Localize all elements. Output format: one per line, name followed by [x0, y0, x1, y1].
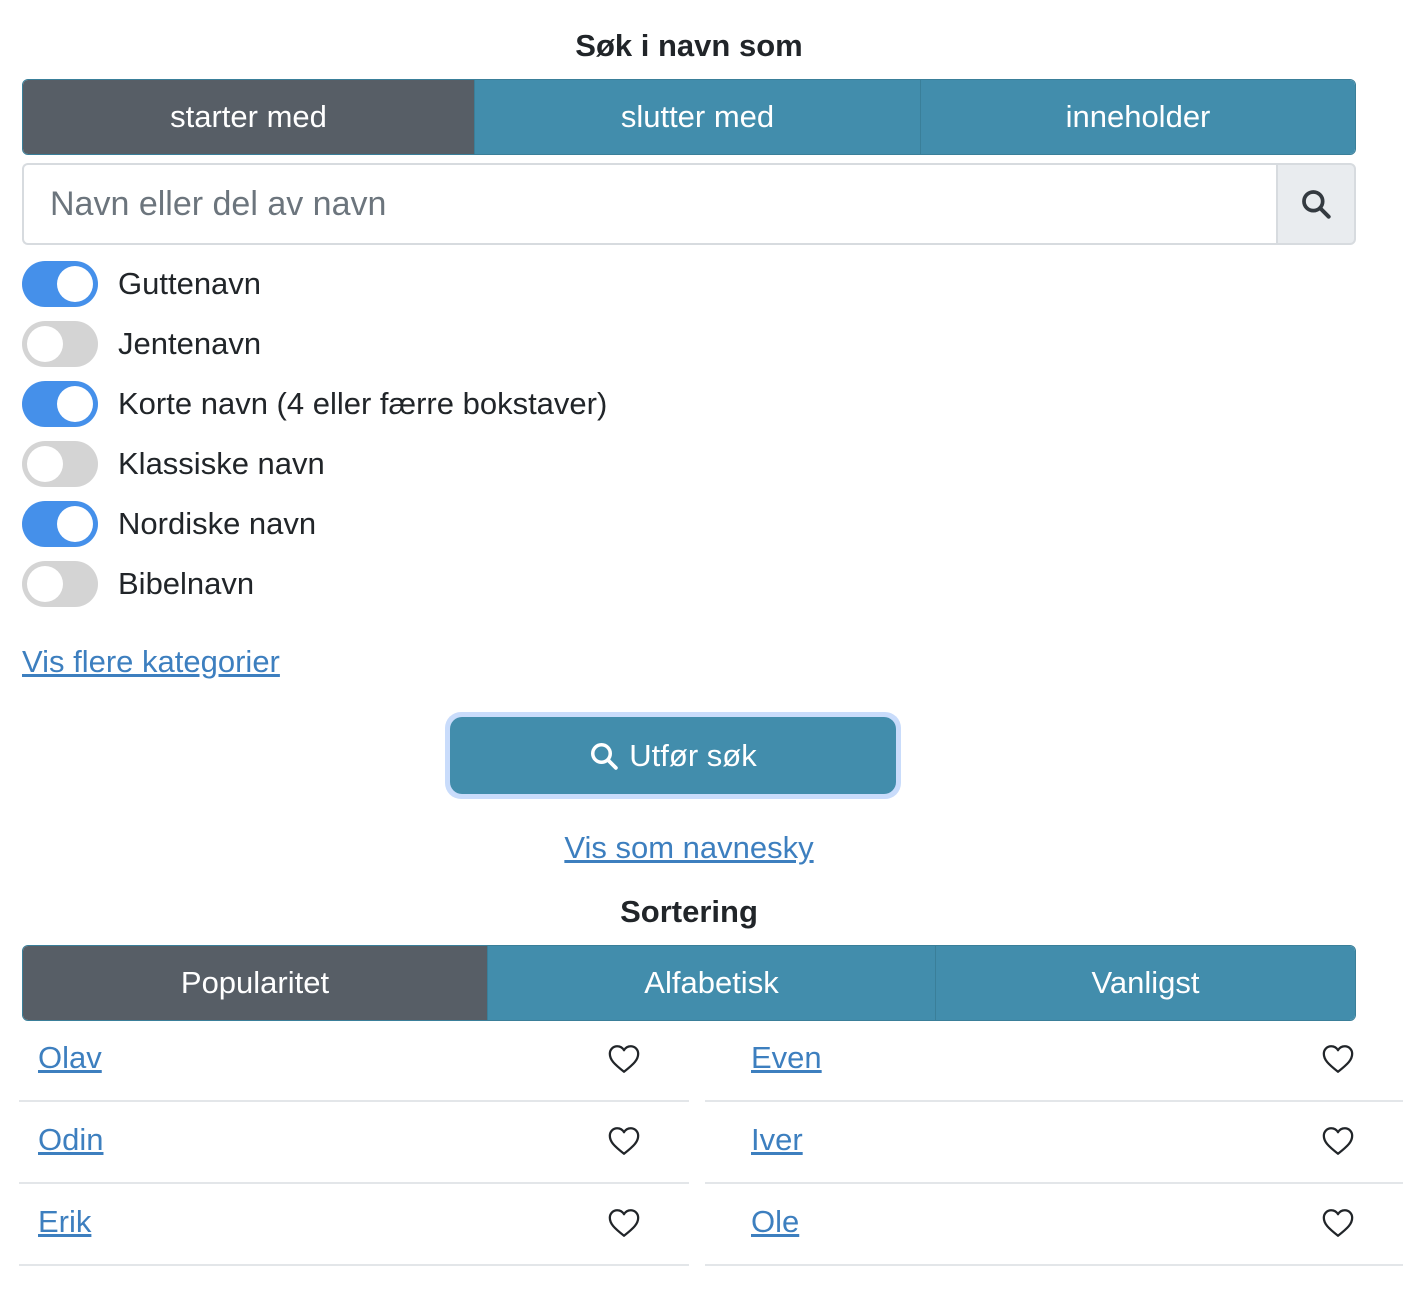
toggle-switch[interactable]	[22, 321, 98, 367]
submit-search-button[interactable]: Utfør søk	[450, 717, 896, 794]
search-addon-button[interactable]	[1276, 163, 1356, 245]
search-icon	[1302, 190, 1331, 219]
mode-contains-button[interactable]: inneholder	[920, 80, 1355, 154]
name-cloud-link[interactable]: Vis som navnesky	[0, 830, 1378, 866]
search-mode-group: starter med slutter med inneholder	[22, 79, 1356, 155]
mode-starts-with-button[interactable]: starter med	[23, 80, 474, 154]
heart-icon[interactable]	[607, 1042, 641, 1076]
filter-toggle-girl-names[interactable]: Jentenavn	[22, 321, 261, 367]
list-item: Ole	[705, 1184, 1403, 1266]
filter-toggle-classic-names[interactable]: Klassiske navn	[22, 441, 325, 487]
filter-label: Jentenavn	[118, 326, 262, 361]
name-link[interactable]: Even	[751, 1040, 822, 1076]
toggle-switch[interactable]	[22, 561, 98, 607]
list-item: Even	[705, 1020, 1403, 1102]
toggle-switch[interactable]	[22, 261, 98, 307]
heart-icon[interactable]	[1321, 1042, 1355, 1076]
list-item: Erik	[19, 1184, 689, 1266]
toggle-switch[interactable]	[22, 441, 98, 487]
filter-label: Nordiske navn	[118, 506, 317, 541]
submit-label: Utfør søk	[629, 737, 757, 773]
more-categories-link[interactable]: Vis flere kategorier	[22, 644, 280, 680]
filter-toggle-bible-names[interactable]: Bibelnavn	[22, 561, 254, 607]
name-link[interactable]: Ole	[751, 1204, 799, 1240]
name-link[interactable]: Iver	[751, 1122, 803, 1158]
sort-alphabetical-button[interactable]: Alfabetisk	[487, 946, 935, 1020]
mode-ends-with-button[interactable]: slutter med	[474, 80, 920, 154]
filter-label: Bibelnavn	[118, 566, 255, 601]
search-heading: Søk i navn som	[575, 28, 803, 63]
filter-label: Korte navn (4 eller færre bokstaver)	[118, 386, 608, 421]
heart-icon[interactable]	[1321, 1124, 1355, 1158]
search-box	[22, 163, 1356, 245]
filter-toggle-short-names[interactable]: Korte navn (4 eller færre bokstaver)	[22, 381, 607, 427]
name-link[interactable]: Odin	[38, 1122, 103, 1158]
filter-label: Klassiske navn	[118, 446, 325, 481]
heart-icon[interactable]	[607, 1206, 641, 1240]
filter-toggle-nordic-names[interactable]: Nordiske navn	[22, 501, 316, 547]
list-item: Olav	[19, 1020, 689, 1102]
name-search-input[interactable]	[22, 163, 1276, 245]
submit-focus-ring: Utfør søk	[445, 712, 901, 799]
search-icon	[591, 742, 619, 770]
toggle-switch[interactable]	[22, 501, 98, 547]
sort-most-common-button[interactable]: Vanligst	[935, 946, 1355, 1020]
sorting-group: Popularitet Alfabetisk Vanligst	[22, 945, 1356, 1021]
list-item: Iver	[705, 1102, 1403, 1184]
filter-label: Guttenavn	[118, 266, 262, 301]
heart-icon[interactable]	[607, 1124, 641, 1158]
list-item: Odin	[19, 1102, 689, 1184]
toggle-switch[interactable]	[22, 381, 98, 427]
sort-popularity-button[interactable]: Popularitet	[23, 946, 487, 1020]
heart-icon[interactable]	[1321, 1206, 1355, 1240]
sorting-heading: Sortering	[620, 894, 758, 929]
name-link[interactable]: Erik	[38, 1204, 91, 1240]
name-link[interactable]: Olav	[38, 1040, 102, 1076]
filter-toggle-boy-names[interactable]: Guttenavn	[22, 261, 261, 307]
